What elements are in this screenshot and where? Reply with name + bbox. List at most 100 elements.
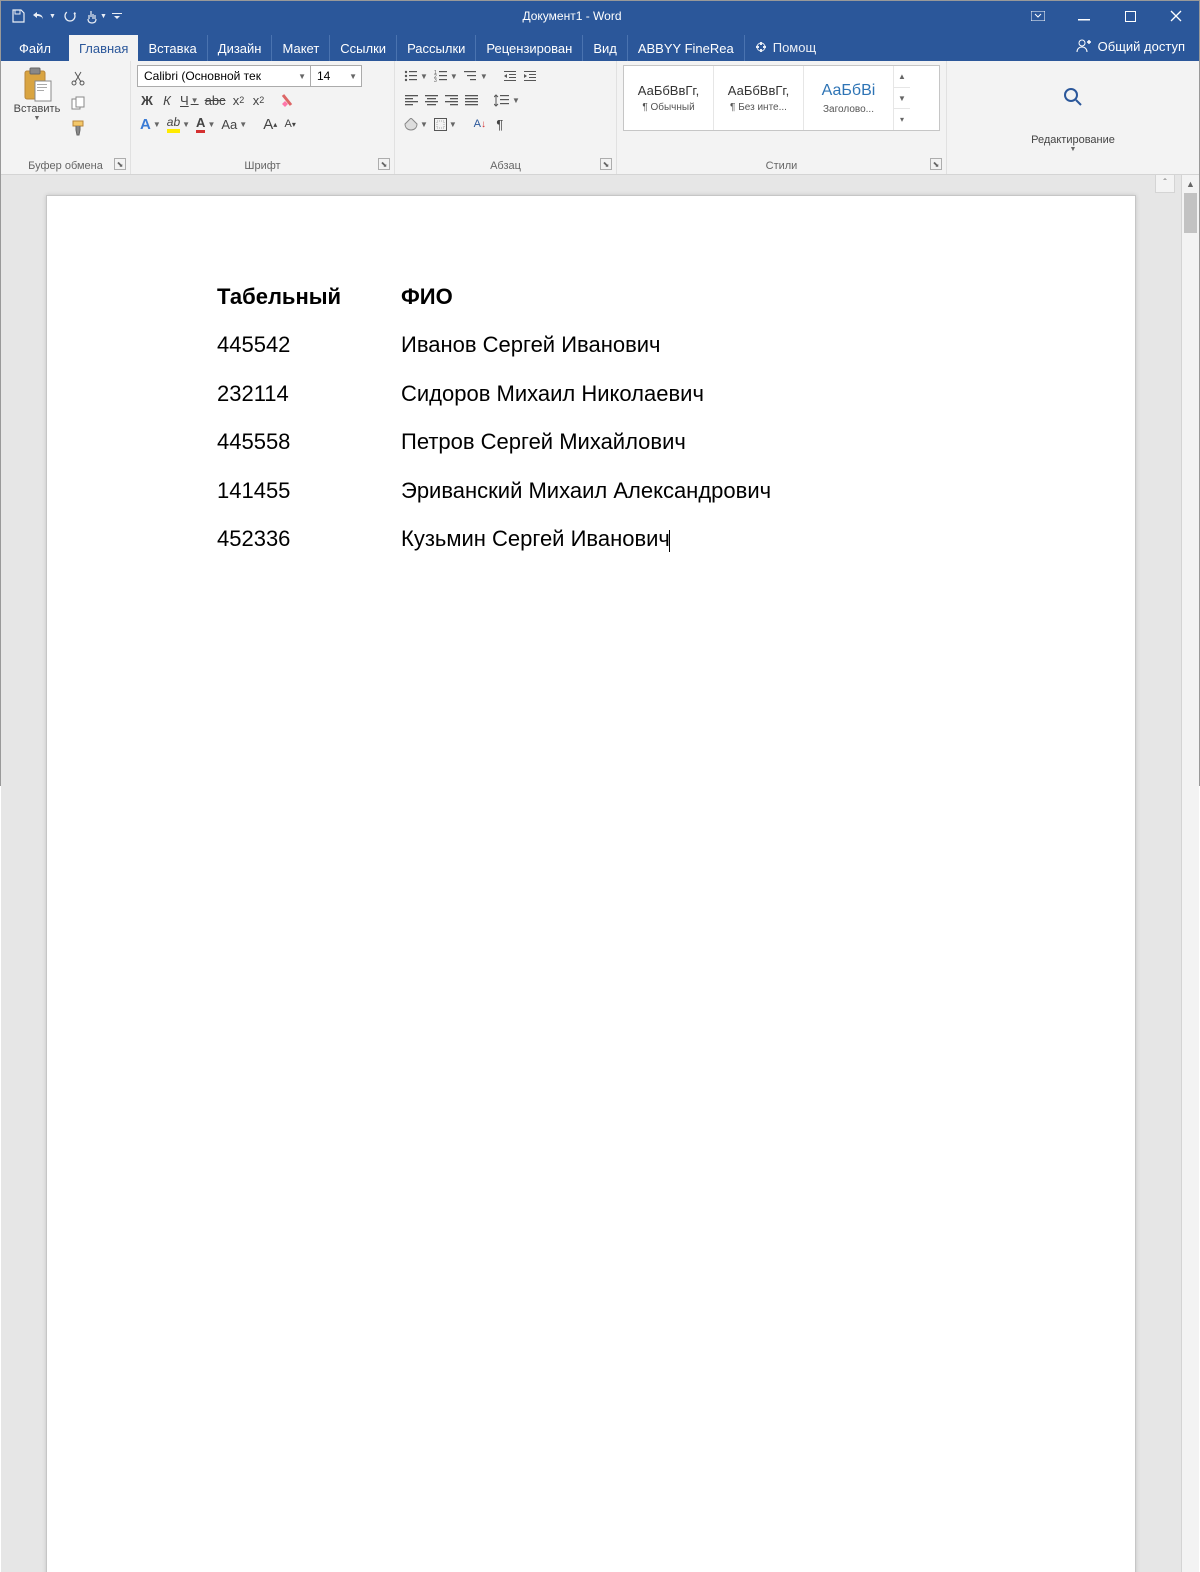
styles-up[interactable]: ▲ xyxy=(894,66,910,88)
tab-view[interactable]: Вид xyxy=(583,35,628,61)
group-font-label: Шрифт xyxy=(131,160,394,172)
touch-mode-button[interactable]: ▼ xyxy=(83,2,109,30)
save-button[interactable] xyxy=(5,2,31,30)
show-marks-button[interactable]: ¶ xyxy=(490,113,510,135)
ribbon-options-button[interactable] xyxy=(1015,1,1061,31)
tab-review[interactable]: Рецензирован xyxy=(476,35,583,61)
cell-id: 445558 xyxy=(217,429,401,455)
share-button[interactable]: Общий доступ xyxy=(1062,31,1199,61)
style-no-spacing[interactable]: АаБбВвГг,¶ Без инте... xyxy=(714,66,804,130)
tab-references[interactable]: Ссылки xyxy=(330,35,397,61)
document-area: ˆ ТабельныйФИО 445542Иванов Сергей Ивано… xyxy=(1,175,1199,1572)
clipboard-launcher[interactable]: ⬊ xyxy=(114,158,126,170)
increase-indent-button[interactable] xyxy=(521,65,541,87)
borders-button[interactable]: ▼ xyxy=(431,113,460,135)
bullets-button[interactable]: ▼ xyxy=(401,65,431,87)
paste-button[interactable]: Вставить ▼ xyxy=(7,65,67,139)
highlight-button[interactable]: ab▼ xyxy=(164,113,193,135)
subscript-button[interactable]: x2 xyxy=(229,89,249,111)
shading-button[interactable]: ▼ xyxy=(401,113,431,135)
font-name-combo[interactable]: Calibri (Основной тек▼ xyxy=(137,65,311,87)
tell-me-label: Помощ xyxy=(773,40,816,55)
align-center-button[interactable] xyxy=(421,89,441,111)
align-left-button[interactable] xyxy=(401,89,421,111)
cell-name: Эриванский Михаил Александрович xyxy=(401,478,771,504)
bold-button[interactable]: Ж xyxy=(137,89,157,111)
document-page[interactable]: ТабельныйФИО 445542Иванов Сергей Иванови… xyxy=(46,195,1136,1572)
multilevel-list-button[interactable]: ▼ xyxy=(461,65,491,87)
group-clipboard-label: Буфер обмена xyxy=(1,160,130,172)
ribbon-tabs: Файл Главная Вставка Дизайн Макет Ссылки… xyxy=(1,31,1199,61)
page-scroll-area[interactable]: ТабельныйФИО 445542Иванов Сергей Иванови… xyxy=(1,175,1181,1572)
justify-button[interactable] xyxy=(461,89,481,111)
copy-button[interactable] xyxy=(67,92,89,114)
style-normal[interactable]: АаБбВвГг,¶ Обычный xyxy=(624,66,714,130)
line-spacing-button[interactable]: ▼ xyxy=(491,89,523,111)
cell-name: Сидоров Михаил Николаевич xyxy=(401,381,704,407)
tab-insert[interactable]: Вставка xyxy=(138,35,207,61)
sort-button[interactable]: A↓ xyxy=(470,113,490,135)
italic-button[interactable]: К xyxy=(157,89,177,111)
tell-me[interactable]: Помощ xyxy=(745,34,826,61)
styles-more-button[interactable]: ▾ xyxy=(894,109,910,130)
close-button[interactable] xyxy=(1153,1,1199,31)
grow-font-button[interactable]: A▴ xyxy=(260,113,280,135)
cut-button[interactable] xyxy=(67,67,89,89)
font-size-combo[interactable]: 14▼ xyxy=(310,65,362,87)
undo-button[interactable]: ▼ xyxy=(31,2,57,30)
window-title: Документ1 - Word xyxy=(129,9,1015,23)
cell-id: 232114 xyxy=(217,381,401,407)
tab-mailings[interactable]: Рассылки xyxy=(397,35,476,61)
align-right-button[interactable] xyxy=(441,89,461,111)
editing-label: Редактирование xyxy=(1031,134,1115,146)
group-font: Calibri (Основной тек▼ 14▼ Ж К Ч▼ abc x2… xyxy=(131,61,395,174)
format-painter-button[interactable] xyxy=(67,117,89,139)
paste-label: Вставить xyxy=(14,103,61,115)
maximize-button[interactable] xyxy=(1107,1,1153,31)
cell-name: Кузьмин Сергей Иванович xyxy=(401,526,670,552)
change-case-button[interactable]: Aa▼ xyxy=(218,113,250,135)
cell-id: 445542 xyxy=(217,332,401,358)
tab-home[interactable]: Главная xyxy=(69,35,138,61)
group-clipboard: Вставить ▼ Буфер обмена ⬊ xyxy=(1,61,131,174)
quick-access-toolbar: ▼ ▼ xyxy=(1,2,129,30)
share-label: Общий доступ xyxy=(1098,39,1185,54)
cell-id: 452336 xyxy=(217,526,401,552)
superscript-button[interactable]: x2 xyxy=(249,89,269,111)
tab-layout[interactable]: Макет xyxy=(272,35,330,61)
underline-button[interactable]: Ч▼ xyxy=(177,89,202,111)
styles-down[interactable]: ▼ xyxy=(894,88,910,110)
strikethrough-button[interactable]: abc xyxy=(202,89,229,111)
minimize-button[interactable] xyxy=(1061,1,1107,31)
text-effects-button[interactable]: A▼ xyxy=(137,113,164,135)
svg-text:3: 3 xyxy=(434,78,437,82)
decrease-indent-button[interactable] xyxy=(501,65,521,87)
styles-launcher[interactable]: ⬊ xyxy=(930,158,942,170)
scroll-up-button[interactable]: ▲ xyxy=(1182,175,1199,193)
group-styles: АаБбВвГг,¶ Обычный АаБбВвГг,¶ Без инте..… xyxy=(617,61,947,174)
tab-design[interactable]: Дизайн xyxy=(208,35,273,61)
font-launcher[interactable]: ⬊ xyxy=(378,158,390,170)
clear-formatting-button[interactable] xyxy=(277,89,299,111)
font-color-button[interactable]: A▼ xyxy=(193,113,218,135)
vertical-scrollbar[interactable]: ▲ ▼ xyxy=(1181,175,1199,1572)
scroll-thumb[interactable] xyxy=(1184,193,1197,233)
tab-file[interactable]: Файл xyxy=(1,35,69,61)
group-paragraph-label: Абзац xyxy=(395,160,616,172)
shrink-font-button[interactable]: A▾ xyxy=(280,113,300,135)
cell-name: Петров Сергей Михайлович xyxy=(401,429,686,455)
group-editing: Редактирование ▼ xyxy=(947,61,1199,174)
document-content: ТабельныйФИО 445542Иванов Сергей Иванови… xyxy=(217,284,965,552)
collapse-ribbon-button[interactable]: ˆ xyxy=(1155,175,1175,193)
paragraph-launcher[interactable]: ⬊ xyxy=(600,158,612,170)
qat-customize-button[interactable] xyxy=(109,2,125,30)
redo-button[interactable] xyxy=(57,2,83,30)
title-bar: ▼ ▼ Документ1 - Word xyxy=(1,1,1199,31)
style-heading1[interactable]: АаБбВіЗаголово... xyxy=(804,66,894,130)
find-button[interactable]: Редактирование ▼ xyxy=(1027,84,1119,155)
numbering-button[interactable]: 123▼ xyxy=(431,65,461,87)
tab-abbyy[interactable]: ABBYY FineRea xyxy=(628,35,745,61)
styles-gallery[interactable]: АаБбВвГг,¶ Обычный АаБбВвГг,¶ Без инте..… xyxy=(623,65,940,131)
scroll-track[interactable] xyxy=(1182,193,1199,1572)
cell-name: Иванов Сергей Иванович xyxy=(401,332,661,358)
